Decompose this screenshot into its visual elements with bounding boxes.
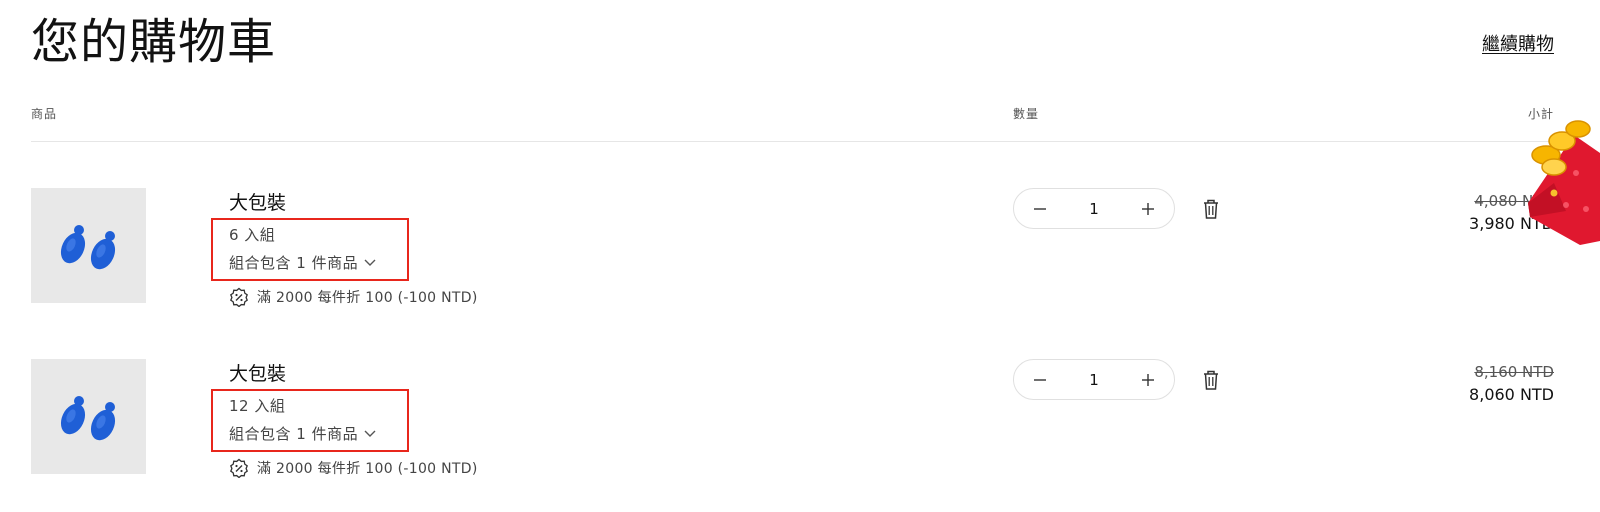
quantity-stepper xyxy=(1013,188,1175,229)
column-header-quantity: 數量 xyxy=(1013,107,1040,121)
variant-label: 6 入組 xyxy=(229,226,276,244)
current-price: 8,060 NTD xyxy=(1469,385,1554,404)
earring-image xyxy=(31,359,146,474)
chevron-down-icon xyxy=(364,427,376,441)
bundle-contents-toggle[interactable]: 組合包含 1 件商品 xyxy=(229,423,376,444)
product-name[interactable]: 大包裝 xyxy=(229,359,286,386)
price-block: 8,160 NTD 8,060 NTD xyxy=(1469,361,1554,407)
trash-icon[interactable] xyxy=(1201,198,1221,220)
discount-badge-icon xyxy=(230,458,248,478)
red-envelope-icon[interactable] xyxy=(1514,113,1600,245)
cart-item: 大包裝 6 入組 組合包含 1 件商品 滿 2000 每件折 100 (-100… xyxy=(0,188,1600,328)
quantity-input[interactable] xyxy=(1069,199,1119,218)
variant-label: 12 入組 xyxy=(229,397,286,415)
column-header-product: 商品 xyxy=(31,107,58,121)
page-title: 您的購物車 xyxy=(31,14,277,70)
chevron-down-icon xyxy=(364,256,376,270)
bundle-contents-label: 組合包含 1 件商品 xyxy=(229,425,359,443)
continue-shopping-link[interactable]: 繼續購物 xyxy=(1482,30,1554,56)
header-divider xyxy=(31,141,1554,142)
discount-info: 滿 2000 每件折 100 (-100 NTD) xyxy=(229,287,478,307)
discount-text: 滿 2000 每件折 100 (-100 NTD) xyxy=(257,461,478,477)
bundle-contents-label: 組合包含 1 件商品 xyxy=(229,254,359,272)
discount-badge-icon xyxy=(230,287,248,307)
discount-text: 滿 2000 每件折 100 (-100 NTD) xyxy=(257,290,478,306)
quantity-input[interactable] xyxy=(1069,370,1119,389)
discount-info: 滿 2000 每件折 100 (-100 NTD) xyxy=(229,458,478,478)
plus-icon[interactable] xyxy=(1136,368,1160,392)
product-thumbnail[interactable] xyxy=(31,188,146,303)
bundle-contents-toggle[interactable]: 組合包含 1 件商品 xyxy=(229,252,376,273)
product-thumbnail[interactable] xyxy=(31,359,146,474)
original-price: 8,160 NTD xyxy=(1474,363,1554,381)
minus-icon[interactable] xyxy=(1028,197,1052,221)
quantity-stepper xyxy=(1013,359,1175,400)
product-name[interactable]: 大包裝 xyxy=(229,188,286,215)
cart-item: 大包裝 12 入組 組合包含 1 件商品 滿 2000 每件折 100 (-10… xyxy=(0,359,1600,499)
trash-icon[interactable] xyxy=(1201,369,1221,391)
minus-icon[interactable] xyxy=(1028,368,1052,392)
plus-icon[interactable] xyxy=(1136,197,1160,221)
earring-image xyxy=(31,188,146,303)
